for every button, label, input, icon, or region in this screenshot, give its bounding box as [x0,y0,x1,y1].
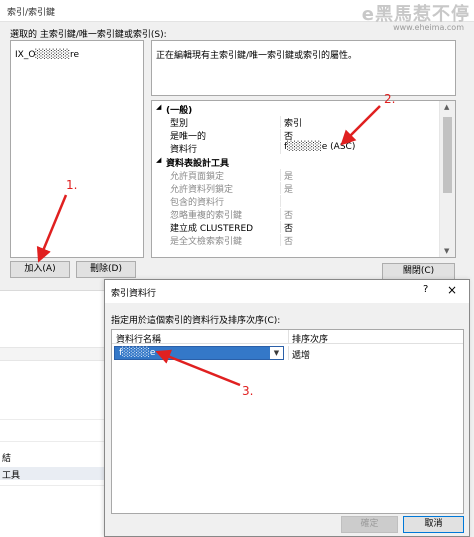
property-row-create-as-clustered[interactable]: 建立成 CLUSTERED 否 [152,221,440,234]
background-row-label: 工具 [2,471,21,481]
property-value: 是 [284,172,294,182]
property-value: 否 [284,237,294,247]
watermark-url: www.eheima.com [393,23,464,32]
index-columns-table[interactable]: 資料行名稱 排序次序 f░░░░e ▼ 遞增 [111,329,464,514]
property-grid[interactable]: ◢ (一般) 型別 索引 是唯一的 否 資料行 f░░░░░e (ASC) ◢ … [151,100,456,258]
property-row-is-unique[interactable]: 是唯一的 否 [152,129,440,142]
column-divider [288,330,289,344]
divider [0,419,104,420]
scroll-down-icon[interactable]: ▼ [444,247,449,255]
sub-dialog-instruction: 指定用於這個索引的資料行及排序次序(C): [111,316,281,326]
dialog-title: 索引/索引鍵 [7,8,56,18]
ok-button[interactable]: 確定 [341,516,398,533]
scroll-up-icon[interactable]: ▲ [444,103,449,111]
column-divider [280,142,281,154]
category-label: (一般) [166,106,193,116]
index-selection-label: 選取的 主索引鍵/唯一索引鍵或索引(S): [10,30,167,40]
property-value: 是 [284,185,294,195]
column-divider [280,234,281,246]
property-name: 資料行 [170,145,198,155]
property-row-type[interactable]: 型別 索引 [152,116,440,129]
index-keys-dialog: 索引/索引鍵 e黑馬惹不停 www.eheima.com 選取的 主索引鍵/唯一… [0,0,474,537]
close-icon[interactable]: × [447,283,457,297]
collapse-icon[interactable]: ◢ [156,156,161,164]
property-row-included-columns[interactable]: 包含的資料行 [152,195,440,208]
collapse-icon[interactable]: ◢ [156,103,161,111]
column-name-select[interactable]: f░░░░e ▼ [114,346,284,360]
property-name: 包含的資料行 [170,198,225,208]
annotation-label-2: 2. [384,92,396,106]
chevron-down-icon[interactable]: ▼ [270,347,283,359]
property-value: 否 [284,224,294,234]
property-row-ignore-duplicate-keys[interactable]: 忽略重複的索引鍵 否 [152,208,440,221]
title-bar: 索引/索引鍵 e黑馬惹不停 [0,0,474,25]
property-name: 建立成 CLUSTERED [170,224,254,234]
scrollbar-thumb[interactable] [443,117,452,193]
index-columns-dialog: 索引資料行 ? × 指定用於這個索引的資料行及排序次序(C): 資料行名稱 排序… [104,279,470,537]
column-divider [280,195,281,207]
property-row-allow-page-locks[interactable]: 允許頁面鎖定 是 [152,169,440,182]
column-divider [280,221,281,233]
help-icon[interactable]: ? [423,284,428,295]
remove-button[interactable]: 刪除(D) [76,261,136,278]
sort-order-value[interactable]: 遞增 [292,348,310,361]
property-value: f░░░░░e (ASC) [284,142,356,152]
property-category-table-designer[interactable]: ◢ 資料表設計工具 [152,156,440,169]
column-divider [280,182,281,194]
divider [0,441,104,442]
property-row-columns[interactable]: 資料行 f░░░░░e (ASC) [152,142,440,155]
divider [0,485,104,486]
index-list-item[interactable]: IX_O░░░░░re [15,50,79,60]
column-header-sort: 排序次序 [292,335,329,345]
property-name: 允許資料列鎖定 [170,185,234,195]
column-divider [280,169,281,181]
sub-dialog-title: 索引資料行 [111,289,157,299]
background-row-selected: 工具 [0,467,104,481]
annotation-label-1: 1. [66,178,78,192]
column-divider [280,129,281,141]
property-row-allow-row-locks[interactable]: 允許資料列鎖定 是 [152,182,440,195]
property-value: 否 [284,211,294,221]
column-divider [280,116,281,128]
add-button[interactable]: 加入(A) [10,261,70,278]
property-name: 是唯一的 [170,132,207,142]
property-name: 忽略重複的索引鍵 [170,211,243,221]
index-list[interactable]: IX_O░░░░░re [10,40,144,258]
close-button[interactable]: 關閉(C) [382,263,455,280]
column-header-name: 資料行名稱 [116,335,162,345]
description-text: 正在編輯現有主索引鍵/唯一索引鍵或索引的屬性。 [156,51,358,61]
property-category-general[interactable]: ◢ (一般) [152,103,440,116]
property-name: 允許頁面鎖定 [170,172,225,182]
category-label: 資料表設計工具 [166,159,230,169]
property-value: 否 [284,132,294,142]
sub-dialog-title-bar: 索引資料行 ? × [105,280,469,303]
property-name: 型別 [170,119,189,129]
background-panel: 結 工具 [0,290,104,537]
background-header-bar [0,347,104,361]
property-grid-scrollbar[interactable]: ▲ ▼ [439,101,455,257]
table-row[interactable]: f░░░░e ▼ 遞增 [112,346,463,361]
background-row-label: 結 [2,454,12,464]
table-header: 資料行名稱 排序次序 [112,330,463,345]
column-name-value: f░░░░e [119,348,156,358]
property-value: 索引 [284,119,303,129]
column-divider [280,208,281,220]
description-box: 正在編輯現有主索引鍵/唯一索引鍵或索引的屬性。 [151,40,456,96]
property-name: 是全文檢索索引鍵 [170,237,243,247]
annotation-label-3: 3. [242,384,254,398]
property-row-fulltext-key[interactable]: 是全文檢索索引鍵 否 [152,234,440,247]
column-divider [288,346,289,360]
cancel-button[interactable]: 取消 [403,516,464,533]
